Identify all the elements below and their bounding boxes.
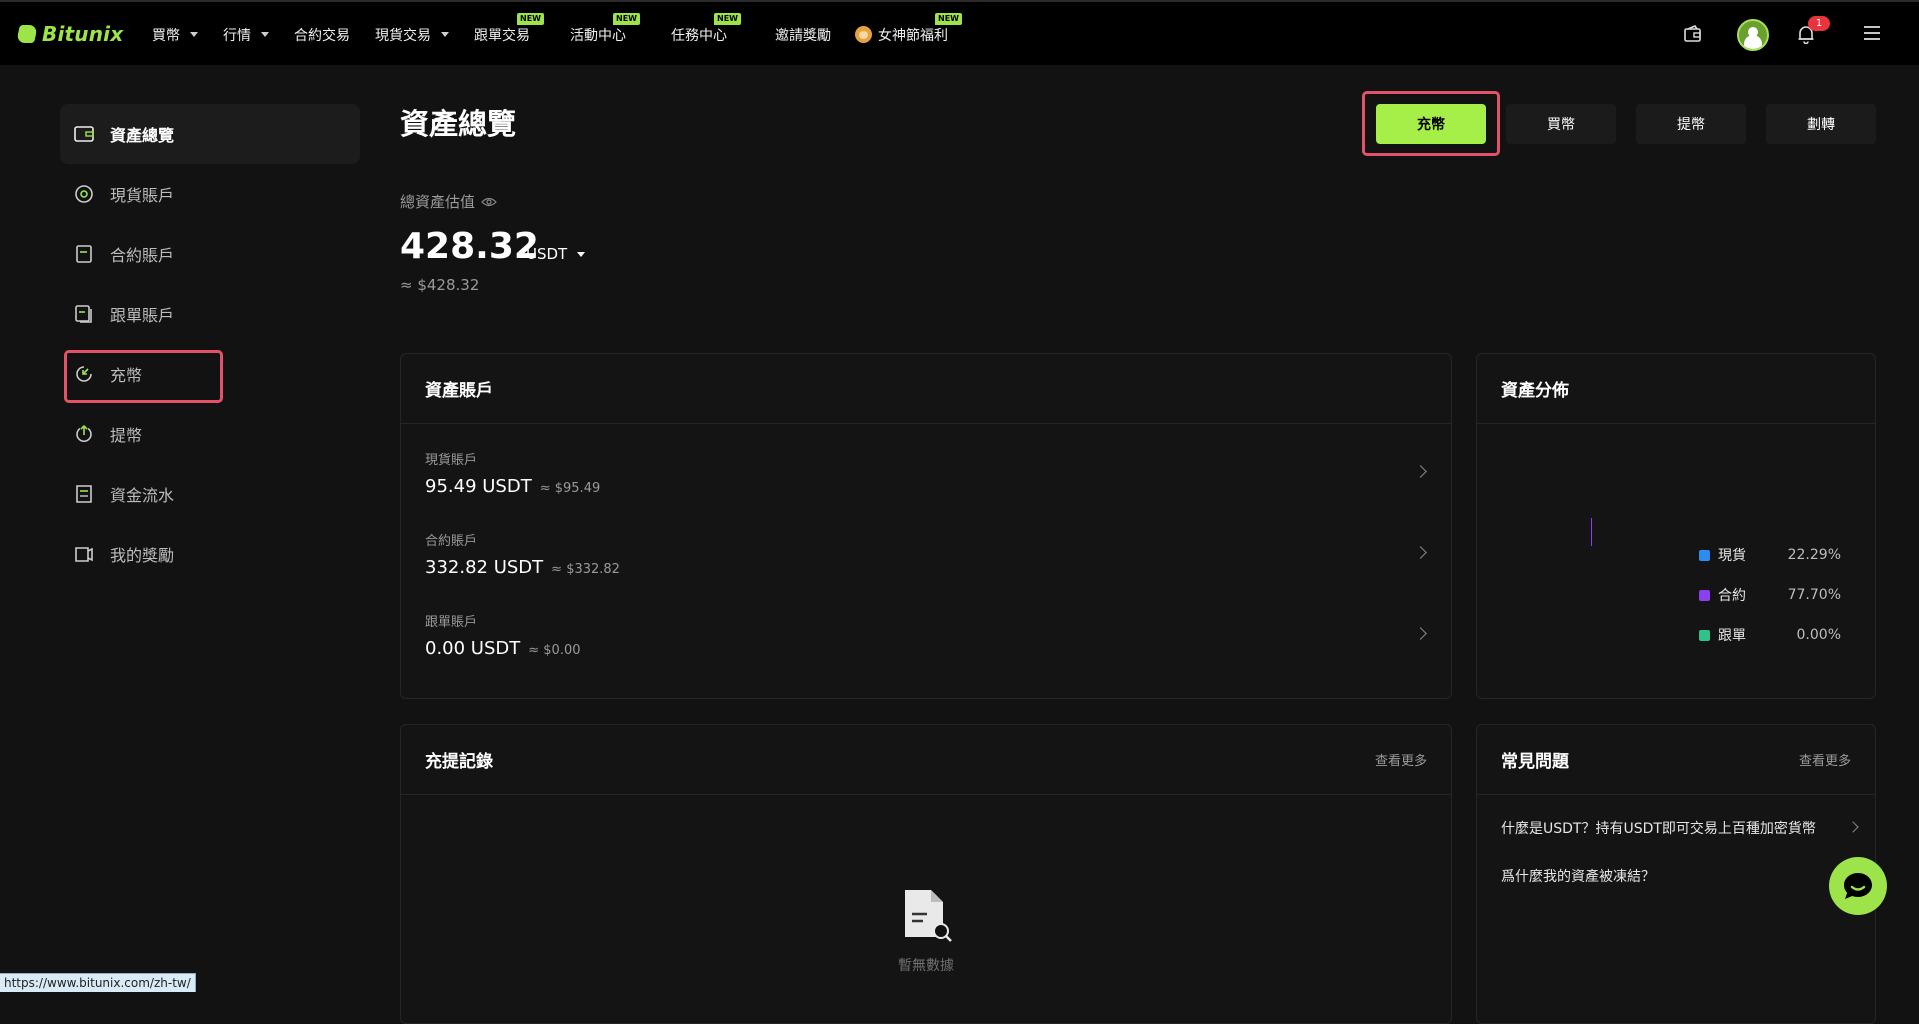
nav-events[interactable]: 活動中心 NEW [570,12,640,45]
legend-swatch [1699,629,1710,641]
chat-bubble-icon [1844,873,1872,899]
currency-selector[interactable]: USDT [526,245,586,263]
highlight-box-deposit-button [1362,91,1500,156]
records-view-more-link[interactable]: 查看更多 [1375,750,1427,769]
nav-tasks[interactable]: 任務中心 NEW [671,12,741,45]
status-url: https://www.bitunix.com/zh-tw/ [0,973,196,992]
faq-view-more-link[interactable]: 查看更多 [1799,750,1851,769]
withdraw-icon [74,424,94,444]
sidebar-item-futures-account[interactable]: 合約賬戶 [60,224,360,284]
caret-down-icon [261,32,269,37]
asset-distribution-title: 資產分佈 [1501,381,1569,401]
top-nav-bar: Bitunix 買幣 行情 合約交易 現貨交易 跟單交易 NEW 活動中心 NEW … [0,0,1919,65]
ledger-icon [74,484,94,504]
highlight-box-deposit-sidebar [64,350,223,403]
nav-referral[interactable]: 邀請獎勵 [775,25,831,45]
contract-icon [74,244,94,264]
faq-item[interactable]: 什麼是USDT？持有USDT即可交易上百種加密貨幣 [1501,818,1859,838]
new-badge: NEW [613,12,640,25]
sidebar-item-spot-account[interactable]: 現貨賬戶 [60,164,360,224]
distribution-chart-line [1591,518,1592,546]
nav-futures[interactable]: 合約交易 [294,25,350,45]
legend-copy: 跟單 0.00% [1699,625,1841,645]
total-assets-value: 428.32 [400,226,539,267]
bitunix-logo[interactable]: Bitunix [16,22,124,46]
caret-down-icon [577,251,586,257]
account-row-futures[interactable]: 合約賬戶 332.82 USDT ≈ $332.82 [425,530,1427,602]
asset-distribution-card: 資產分佈 [1476,353,1876,699]
chevron-right-icon [1847,821,1859,833]
reward-icon [74,544,94,564]
new-badge: NEW [935,12,962,25]
eye-icon[interactable] [481,197,497,207]
faq-item[interactable]: 爲什麼我的資產被凍結？ [1501,866,1851,886]
records-title: 充提記錄 [425,752,493,772]
wallet-icon [74,124,94,144]
empty-state-text: 暫無數據 [898,958,954,974]
sidebar-item-rewards[interactable]: 我的獎勵 [60,524,360,584]
main-nav: 買幣 行情 合約交易 現貨交易 跟單交易 NEW 活動中心 NEW 任務中心 NEW … [152,2,973,67]
user-avatar[interactable] [1737,19,1769,51]
notification-count-badge: 1 [1808,16,1830,31]
legend-futures: 合約 77.70% [1699,585,1841,605]
live-chat-button[interactable] [1829,857,1887,915]
sidebar-item-copy-account[interactable]: 跟單賬戶 [60,284,360,344]
account-row-copy[interactable]: 跟單賬戶 0.00 USDT ≈ $0.00 [425,611,1427,683]
withdraw-button[interactable]: 提幣 [1636,104,1746,144]
nav-markets[interactable]: 行情 [223,25,269,45]
sidebar-item-ledger[interactable]: 資金流水 [60,464,360,524]
logo-text: Bitunix [42,22,124,46]
nav-spot[interactable]: 現貨交易 [375,25,449,45]
sidebar-item-withdraw[interactable]: 提幣 [60,404,360,464]
sidebar-item-overview[interactable]: 資產總覽 [60,104,360,164]
page-title: 資產總覽 [400,107,517,141]
new-badge: NEW [517,12,544,25]
caret-down-icon [441,32,449,37]
menu-icon[interactable] [1863,24,1881,42]
total-assets-label: 總資產估值 [400,191,497,212]
faq-title: 常見問題 [1501,752,1569,772]
asset-accounts-card: 資產賬戶 現貨賬戶 95.49 USDT ≈ $95.49 合約賬戶 332.82… [400,353,1452,699]
logo-mark-icon [16,25,38,43]
faq-card: 常見問題 查看更多 什麼是USDT？持有USDT即可交易上百種加密貨幣 爲什麼我… [1476,724,1876,1024]
asset-accounts-title: 資產賬戶 [425,381,493,401]
caret-down-icon [190,32,198,37]
nav-copy-trading[interactable]: 跟單交易 NEW [474,12,544,45]
spot-icon [74,184,94,204]
goddess-emoji-icon [855,26,872,43]
nav-womens-day[interactable]: 女神節福利 NEW [855,12,962,45]
transfer-button[interactable]: 劃轉 [1766,104,1876,144]
legend-swatch [1699,549,1710,561]
total-assets-usd: ≈ $428.32 [400,276,480,294]
legend-swatch [1699,589,1710,601]
buy-button[interactable]: 買幣 [1506,104,1616,144]
empty-document-icon [905,890,952,942]
nav-buy-crypto[interactable]: 買幣 [152,25,198,45]
legend-spot: 現貨 22.29% [1699,545,1841,565]
new-badge: NEW [714,12,741,25]
wallet-icon[interactable] [1683,24,1703,44]
asset-sidebar: 資產總覽 現貨賬戶 合約賬戶 跟單賬戶 充幣 提幣 資金流水 我的獎勵 [60,104,360,584]
deposit-withdraw-records-card: 充提記錄 查看更多 [400,724,1452,1024]
copy-trade-icon [74,304,94,324]
account-row-spot[interactable]: 現貨賬戶 95.49 USDT ≈ $95.49 [425,449,1427,521]
